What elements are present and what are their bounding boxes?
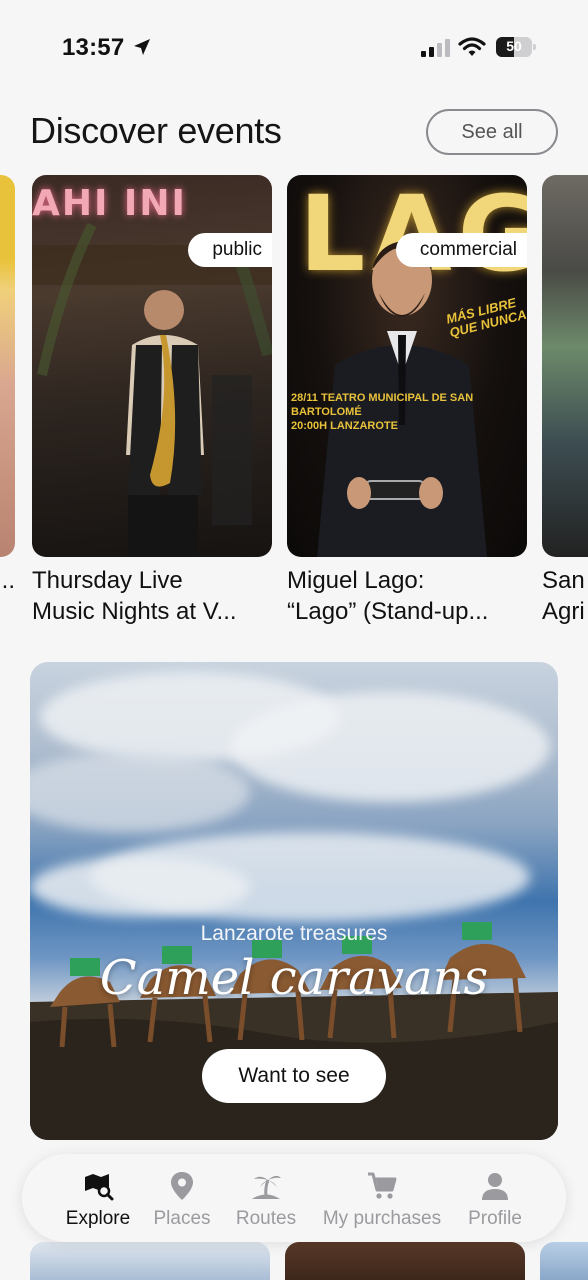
tab-explore[interactable]: Explore xyxy=(62,1154,134,1242)
tab-label: Places xyxy=(153,1208,211,1229)
event-tag-badge: commercial xyxy=(395,233,527,267)
map-search-icon xyxy=(85,1174,114,1201)
next-cards-row xyxy=(0,1242,588,1280)
event-image xyxy=(0,175,15,557)
event-tag-badge: public xyxy=(188,233,272,267)
section-title: Discover events xyxy=(30,110,282,151)
shopping-cart-icon xyxy=(368,1172,397,1199)
bottom-tab-bar: Explore Places Routes My purchases Profi… xyxy=(22,1154,566,1242)
event-title: Thursday Live Music Nights at V... xyxy=(32,567,237,625)
signal-icon xyxy=(421,39,450,57)
next-card[interactable] xyxy=(30,1242,270,1280)
location-pin-icon xyxy=(171,1172,193,1200)
tab-profile[interactable]: Profile xyxy=(462,1154,528,1242)
events-carousel[interactable]: ... AHI INI public Thursday Live Music N… xyxy=(0,175,588,635)
tab-label: Profile xyxy=(468,1208,522,1229)
event-image: AHI INI public xyxy=(32,175,272,557)
battery-level: 50 xyxy=(506,38,522,54)
tab-places[interactable]: Places xyxy=(150,1154,214,1242)
event-title: San Agri xyxy=(542,567,585,625)
event-card[interactable]: LAGO MÁS LIBRE QUE NUNCA 28/11 TEATRO MU… xyxy=(287,175,527,627)
event-image: LAGO MÁS LIBRE QUE NUNCA 28/11 TEATRO MU… xyxy=(287,175,527,557)
wifi-icon xyxy=(458,37,486,56)
location-arrow-icon xyxy=(134,39,150,55)
event-card-partial-left[interactable]: ... xyxy=(0,175,15,596)
promo-eyebrow: Lanzarote treasures xyxy=(200,922,388,945)
next-card[interactable] xyxy=(285,1242,525,1280)
promo-title: Camel caravans xyxy=(99,950,489,1006)
promo-card[interactable]: Lanzarote treasures Camel caravans Want … xyxy=(30,662,558,1140)
tab-label: Routes xyxy=(235,1208,297,1229)
palm-island-icon xyxy=(252,1175,281,1199)
tab-my-purchases[interactable]: My purchases xyxy=(318,1154,446,1242)
event-card-partial-right[interactable]: San Agri xyxy=(542,175,588,627)
event-title: Miguel Lago: “Lago” (Stand-up... xyxy=(287,567,489,625)
status-time: 13:57 xyxy=(62,34,125,61)
next-card[interactable] xyxy=(540,1242,588,1280)
want-to-see-button[interactable]: Want to see xyxy=(202,1049,386,1103)
person-icon xyxy=(482,1173,508,1200)
poster-info: 28/11 TEATRO MUNICIPAL DE SAN BARTOLOMÉ … xyxy=(291,392,474,432)
tab-routes[interactable]: Routes xyxy=(232,1154,300,1242)
battery-icon: 50 xyxy=(496,37,536,57)
event-title: ... xyxy=(0,567,15,594)
event-image xyxy=(542,175,588,557)
tab-label: Explore xyxy=(65,1208,131,1229)
event-card[interactable]: AHI INI public Thursday Live Music Night… xyxy=(32,175,272,627)
status-bar: 13:57 50 xyxy=(0,0,588,96)
see-all-button[interactable]: See all xyxy=(426,109,558,155)
tab-label: My purchases xyxy=(322,1208,442,1229)
